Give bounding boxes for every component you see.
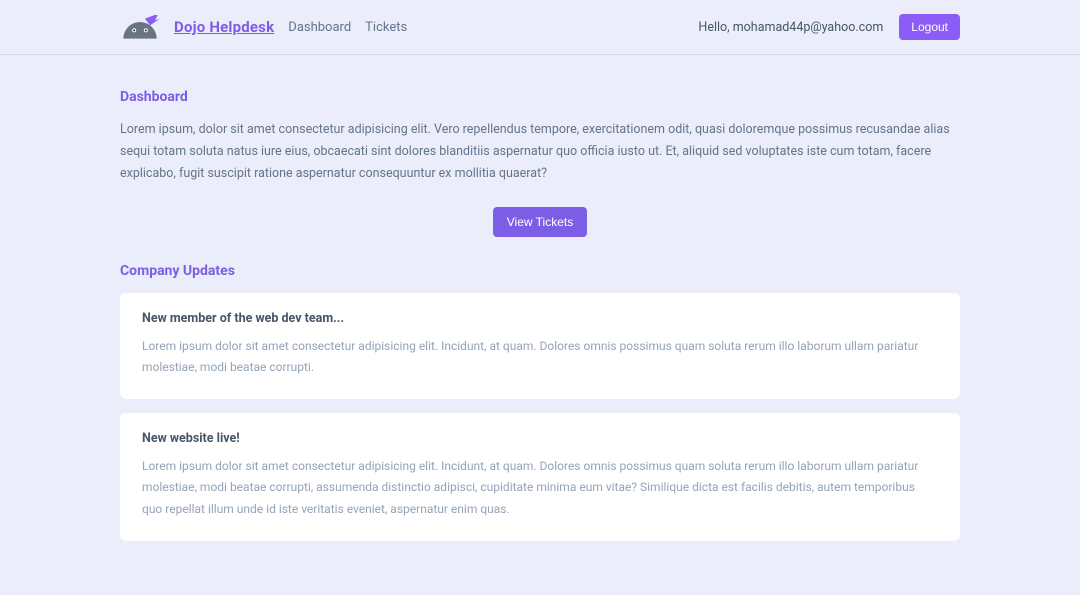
nav-right: Hello, mohamad44p@yahoo.com Logout — [698, 14, 960, 40]
update-card: New member of the web dev team... Lorem … — [120, 293, 960, 399]
navbar: Dojo Helpdesk Dashboard Tickets Hello, m… — [0, 0, 1080, 55]
dashboard-intro: Lorem ipsum, dolor sit amet consectetur … — [120, 119, 960, 185]
nav-left: Dojo Helpdesk Dashboard Tickets — [120, 15, 407, 39]
user-greeting: Hello, mohamad44p@yahoo.com — [698, 20, 883, 35]
update-card-body: Lorem ipsum dolor sit amet consectetur a… — [142, 336, 938, 379]
nav-link-dashboard[interactable]: Dashboard — [288, 20, 351, 35]
dashboard-title: Dashboard — [120, 89, 960, 105]
logout-button[interactable]: Logout — [899, 14, 960, 40]
update-card-title: New member of the web dev team... — [142, 311, 938, 326]
update-card-title: New website live! — [142, 431, 938, 446]
view-tickets-button[interactable]: View Tickets — [493, 207, 587, 237]
nav-link-tickets[interactable]: Tickets — [365, 20, 407, 35]
brand-link[interactable]: Dojo Helpdesk — [174, 18, 274, 36]
update-card-body: Lorem ipsum dolor sit amet consectetur a… — [142, 456, 938, 521]
company-updates-title: Company Updates — [120, 263, 960, 279]
ninja-logo-icon — [120, 15, 160, 39]
main-content: Dashboard Lorem ipsum, dolor sit amet co… — [120, 55, 960, 595]
update-card: New website live! Lorem ipsum dolor sit … — [120, 413, 960, 541]
